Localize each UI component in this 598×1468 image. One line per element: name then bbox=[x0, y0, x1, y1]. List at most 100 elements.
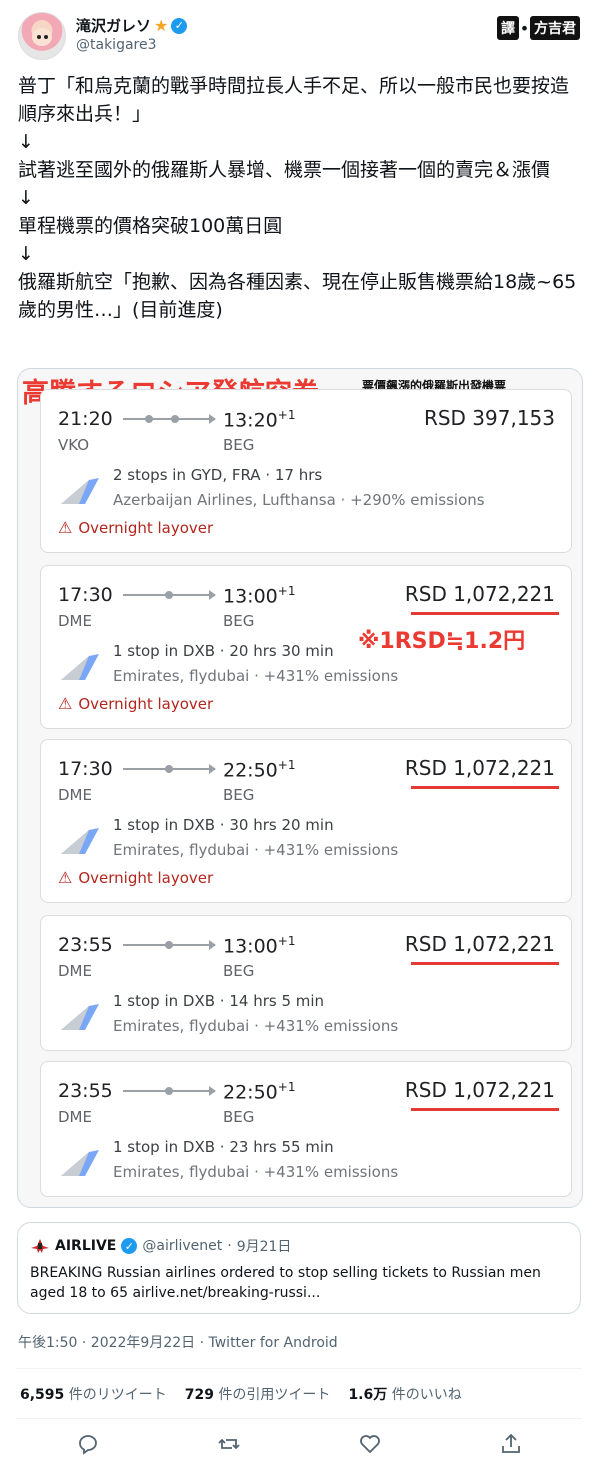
divider bbox=[16, 1418, 582, 1419]
fare-price: RSD 1,072,221 bbox=[404, 582, 555, 606]
like-icon[interactable] bbox=[358, 1432, 382, 1456]
airline-tail-icon bbox=[61, 828, 99, 854]
share-icon[interactable] bbox=[499, 1432, 523, 1456]
departure-airport-code: DME bbox=[58, 786, 92, 804]
tweet-media-image[interactable]: 高騰するロシア発航空券 票價飆漲的俄羅斯出發機票 21:2013:20+1RSD… bbox=[17, 368, 583, 1208]
arrival-time: 13:20+1 bbox=[223, 408, 295, 431]
like-count: 1.6万 bbox=[348, 1387, 388, 1403]
arrival-time: 13:00+1 bbox=[223, 934, 295, 957]
warning-triangle-icon: ⚠ bbox=[58, 868, 73, 887]
arrow-head-icon bbox=[209, 940, 216, 950]
price-highlight-underline bbox=[411, 786, 559, 789]
tweet-timestamp[interactable]: 午後1:50 · 2022年9月22日 · Twitter for Androi… bbox=[18, 1332, 338, 1352]
avatar[interactable] bbox=[18, 12, 66, 60]
flight-card[interactable]: 21:20 13:20+1 RSD 397,153 VKO BEG 2 stops in … bbox=[40, 389, 572, 553]
stops-info: 2 stops in GYD, FRA · 17 hrs bbox=[113, 466, 323, 484]
display-name[interactable]: 滝沢ガレソ bbox=[76, 15, 151, 36]
quote-text: BREAKING Russian airlines ordered to sto… bbox=[30, 1265, 541, 1301]
departure-time: 21:20 bbox=[58, 408, 113, 430]
quote-author-name: AIRLIVE bbox=[55, 1238, 117, 1254]
carriers-info: Emirates, flydubai · +431% emissions bbox=[113, 667, 399, 685]
fare-price: RSD 397,153 bbox=[423, 406, 555, 430]
tweet-header: 滝沢ガレソ ★ ✓ @takigare3 譯 ⦁ 方吉君 bbox=[18, 12, 580, 60]
overnight-warning: ⚠ Overnight layover bbox=[58, 868, 213, 887]
exchange-rate-note: ※1RSD≒1.2円 bbox=[358, 629, 526, 654]
departure-airport-code: VKO bbox=[58, 436, 90, 454]
stops-info: 1 stop in DXB · 23 hrs 55 min bbox=[113, 1138, 334, 1156]
flight-card[interactable]: 17:30 22:50+1 RSD 1,072,221 DME BEG 1 stop in… bbox=[40, 739, 572, 903]
stops-info: 1 stop in DXB · 20 hrs 30 min bbox=[113, 642, 334, 660]
arrival-time-value: 13:00 bbox=[223, 935, 278, 958]
departure-time: 23:55 bbox=[58, 934, 113, 956]
route-line bbox=[123, 590, 216, 600]
verified-icon: ✓ bbox=[171, 17, 188, 34]
quote-separator: · bbox=[227, 1238, 232, 1254]
quote-stat[interactable]: 729 件の引用ツイート bbox=[185, 1384, 331, 1404]
divider bbox=[16, 1368, 582, 1369]
retweet-count: 6,595 bbox=[20, 1387, 65, 1403]
retweet-label: 件のリツイート bbox=[68, 1387, 167, 1403]
tweet-text: 普丁「和烏克蘭的戰爭時間拉長人手不足、所以一般市民也要按造順序來出兵！」 ↓ 試… bbox=[18, 72, 580, 324]
arrival-airport-code: BEG bbox=[223, 962, 255, 980]
flight-card[interactable]: 23:55 22:50+1 RSD 1,072,221 DME BEG 1 stop in… bbox=[40, 1061, 572, 1197]
fare-price: RSD 1,072,221 bbox=[404, 932, 555, 956]
route-line bbox=[123, 940, 216, 950]
tweet-line: 試著逃至國外的俄羅斯人暴增、機票一個接著一個的賣完＆漲價 bbox=[18, 159, 551, 181]
overnight-warning: ⚠ Overnight layover bbox=[58, 518, 213, 537]
tweet-line: 單程機票的價格突破100萬日圓 bbox=[18, 215, 283, 237]
layover-dot bbox=[145, 415, 153, 423]
route-line bbox=[123, 414, 216, 424]
tweet-stats: 6,595 件のリツイート 729 件の引用ツイート 1.6万 件のいいね bbox=[20, 1384, 462, 1404]
warning-text: Overnight layover bbox=[78, 868, 214, 887]
tweet-line: ↓ bbox=[18, 243, 34, 265]
departure-time: 23:55 bbox=[58, 1080, 113, 1102]
quote-count: 729 bbox=[184, 1387, 214, 1403]
arrow-head-icon bbox=[209, 414, 216, 424]
departure-airport-code: DME bbox=[58, 1108, 92, 1126]
departure-airport-code: DME bbox=[58, 612, 92, 630]
star-icon: ★ bbox=[154, 15, 169, 35]
stops-info: 1 stop in DXB · 30 hrs 20 min bbox=[113, 816, 334, 834]
like-stat[interactable]: 1.6万 件のいいね bbox=[348, 1384, 461, 1404]
arrow-head-icon bbox=[209, 590, 216, 600]
airline-tail-icon bbox=[61, 478, 99, 504]
verified-icon: ✓ bbox=[121, 1238, 138, 1254]
warning-triangle-icon: ⚠ bbox=[58, 518, 73, 537]
quote-tweet[interactable]: AIRLIVE ✓ @airlivenet · 9月21日 BREAKING R… bbox=[17, 1222, 581, 1314]
arrival-airport-code: BEG bbox=[223, 1108, 255, 1126]
name-row[interactable]: 滝沢ガレソ ★ ✓ bbox=[76, 15, 188, 36]
overnight-warning: ⚠ Overnight layover bbox=[58, 694, 213, 713]
departure-time: 17:30 bbox=[58, 584, 113, 606]
route-line bbox=[123, 764, 216, 774]
arrival-time: 13:00+1 bbox=[223, 584, 295, 607]
arrow-head-icon bbox=[209, 764, 216, 774]
retweet-stat[interactable]: 6,595 件のリツイート bbox=[20, 1384, 167, 1404]
layover-dot bbox=[165, 591, 173, 599]
flight-card[interactable]: 23:55 13:00+1 RSD 1,072,221 DME BEG 1 stop in… bbox=[40, 915, 572, 1051]
quote-header: AIRLIVE ✓ @airlivenet · 9月21日 bbox=[30, 1236, 291, 1256]
arrival-airport-code: BEG bbox=[223, 436, 255, 454]
airline-tail-icon bbox=[61, 1004, 99, 1030]
tweet-line: ↓ bbox=[18, 187, 34, 209]
departure-time: 17:30 bbox=[58, 758, 113, 780]
user-handle[interactable]: @takigare3 bbox=[76, 37, 157, 53]
airline-tail-icon bbox=[61, 654, 99, 680]
avatar-face bbox=[32, 28, 52, 46]
arrival-day-offset: +1 bbox=[277, 408, 296, 422]
arrival-time-value: 22:50 bbox=[223, 1081, 278, 1104]
tweet-line: ↓ bbox=[18, 131, 34, 153]
carriers-info: Emirates, flydubai · +431% emissions bbox=[113, 1017, 399, 1035]
tweet-line: 俄羅斯航空「抱歉、因為各種因素、現在停止販售機票給18歲~65歲的男性…」(目前… bbox=[18, 271, 577, 321]
translator-badge-right: 方吉君 bbox=[530, 16, 580, 40]
layover-dot bbox=[165, 1087, 173, 1095]
translator-badge: 譯 ⦁ 方吉君 bbox=[497, 16, 580, 40]
retweet-icon[interactable] bbox=[217, 1432, 241, 1456]
fare-price: RSD 1,072,221 bbox=[404, 1078, 555, 1102]
route-line bbox=[123, 1086, 216, 1096]
arrow-head-icon bbox=[209, 1086, 216, 1096]
arrival-airport-code: BEG bbox=[223, 786, 255, 804]
arrival-time-value: 22:50 bbox=[223, 759, 278, 782]
arrival-time-value: 13:00 bbox=[223, 585, 278, 608]
tweet-line: 普丁「和烏克蘭的戰爭時間拉長人手不足、所以一般市民也要按造順序來出兵！」 bbox=[18, 75, 570, 125]
reply-icon[interactable] bbox=[76, 1432, 100, 1456]
